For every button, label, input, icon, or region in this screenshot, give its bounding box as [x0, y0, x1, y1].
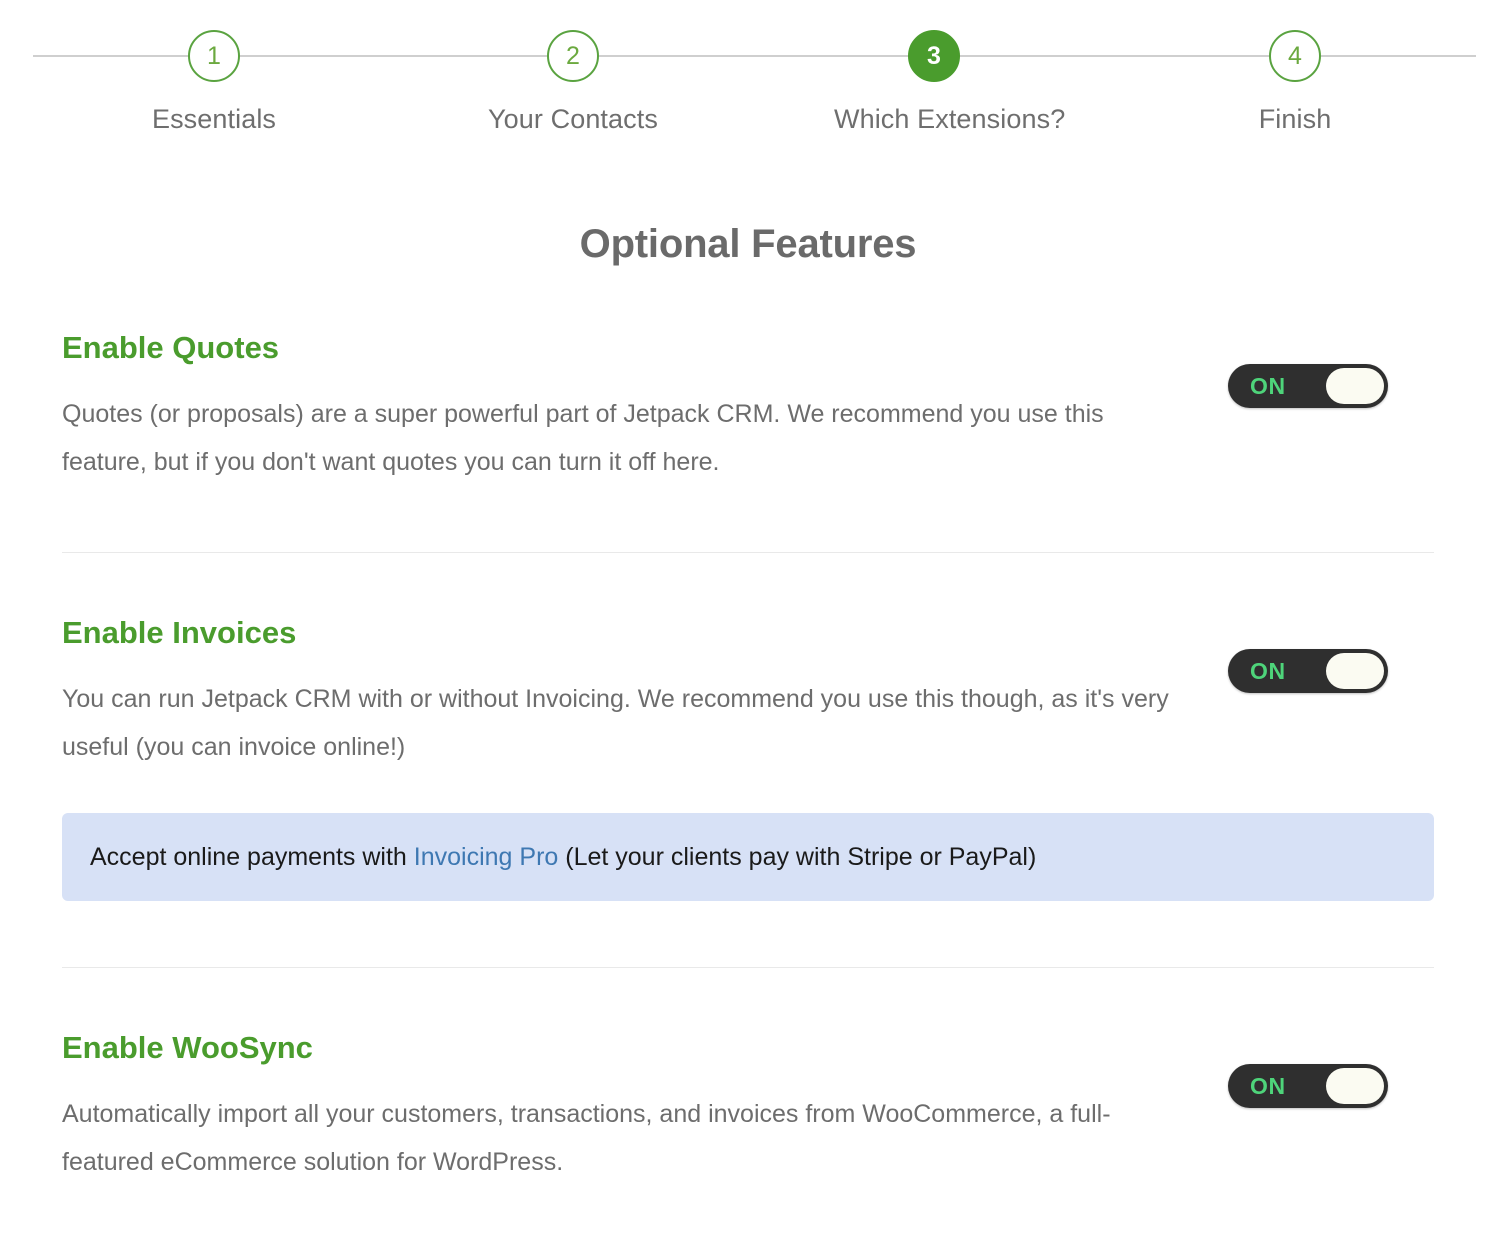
stepper-step-2[interactable]: 2 Your Contacts — [473, 30, 673, 135]
invoicing-pro-banner-text-after: (Let your clients pay with Stripe or Pay… — [558, 843, 1037, 871]
stepper-step-1-circle[interactable]: 1 — [188, 30, 240, 82]
feature-enable-quotes-toggle-state: ON — [1250, 373, 1286, 399]
feature-enable-invoices-toggle-state: ON — [1250, 658, 1286, 684]
feature-enable-woosync-toggle[interactable]: ON — [1228, 1064, 1388, 1108]
stepper-step-2-label: Your Contacts — [488, 104, 658, 134]
feature-enable-quotes-description: Quotes (or proposals) are a super powerf… — [62, 400, 1104, 476]
feature-enable-invoices-description: You can run Jetpack CRM with or without … — [62, 685, 1169, 761]
spacer-before-woosync — [0, 968, 1496, 1030]
stepper-step-2-circle[interactable]: 2 — [547, 30, 599, 82]
feature-enable-woosync-toggle-state: ON — [1250, 1073, 1286, 1099]
stepper-step-4-label: Finish — [1258, 104, 1332, 134]
wizard-stepper: 1 Essentials 2 Your Contacts 3 Which Ext… — [0, 0, 1496, 170]
spacer-after-invoices — [0, 901, 1496, 967]
invoicing-pro-banner: Accept online payments with Invoicing Pr… — [62, 813, 1434, 901]
stepper-step-4-circle[interactable]: 4 — [1269, 30, 1321, 82]
feature-enable-woosync-title: Enable WooSync — [62, 1030, 313, 1065]
stepper-step-3-circle[interactable]: 3 — [908, 30, 960, 82]
spacer-after-quotes — [0, 486, 1496, 552]
stepper-step-4[interactable]: 4 Finish — [1195, 30, 1395, 135]
feature-enable-woosync-toggle-knob[interactable] — [1326, 1068, 1384, 1104]
stepper-step-3[interactable]: 3 Which Extensions? — [834, 30, 1066, 135]
feature-enable-woosync: Enable WooSync ON Automatically import a… — [0, 1030, 1496, 1186]
feature-enable-quotes: Enable Quotes ON Quotes (or proposals) a… — [0, 330, 1496, 486]
optional-features-list: Enable Quotes ON Quotes (or proposals) a… — [0, 330, 1496, 1186]
feature-enable-quotes-title: Enable Quotes — [62, 330, 280, 365]
feature-enable-invoices-toggle[interactable]: ON — [1228, 649, 1388, 693]
spacer-before-invoices — [0, 553, 1496, 615]
invoicing-pro-banner-text-before: Accept online payments with — [90, 843, 414, 871]
stepper-step-3-label: Which Extensions? — [834, 104, 1066, 134]
feature-enable-quotes-toggle[interactable]: ON — [1228, 364, 1388, 408]
feature-enable-invoices-title: Enable Invoices — [62, 615, 297, 650]
stepper-step-1[interactable]: 1 Essentials — [114, 30, 314, 135]
feature-enable-woosync-description: Automatically import all your customers,… — [62, 1100, 1111, 1176]
feature-enable-invoices: Enable Invoices ON You can run Jetpack C… — [0, 615, 1496, 901]
page-title: Optional Features — [579, 222, 917, 266]
feature-enable-invoices-toggle-knob[interactable] — [1326, 653, 1384, 689]
stepper-step-1-label: Essentials — [151, 104, 277, 134]
feature-enable-quotes-toggle-knob[interactable] — [1326, 368, 1384, 404]
invoicing-pro-link[interactable]: Invoicing Pro — [414, 843, 559, 871]
